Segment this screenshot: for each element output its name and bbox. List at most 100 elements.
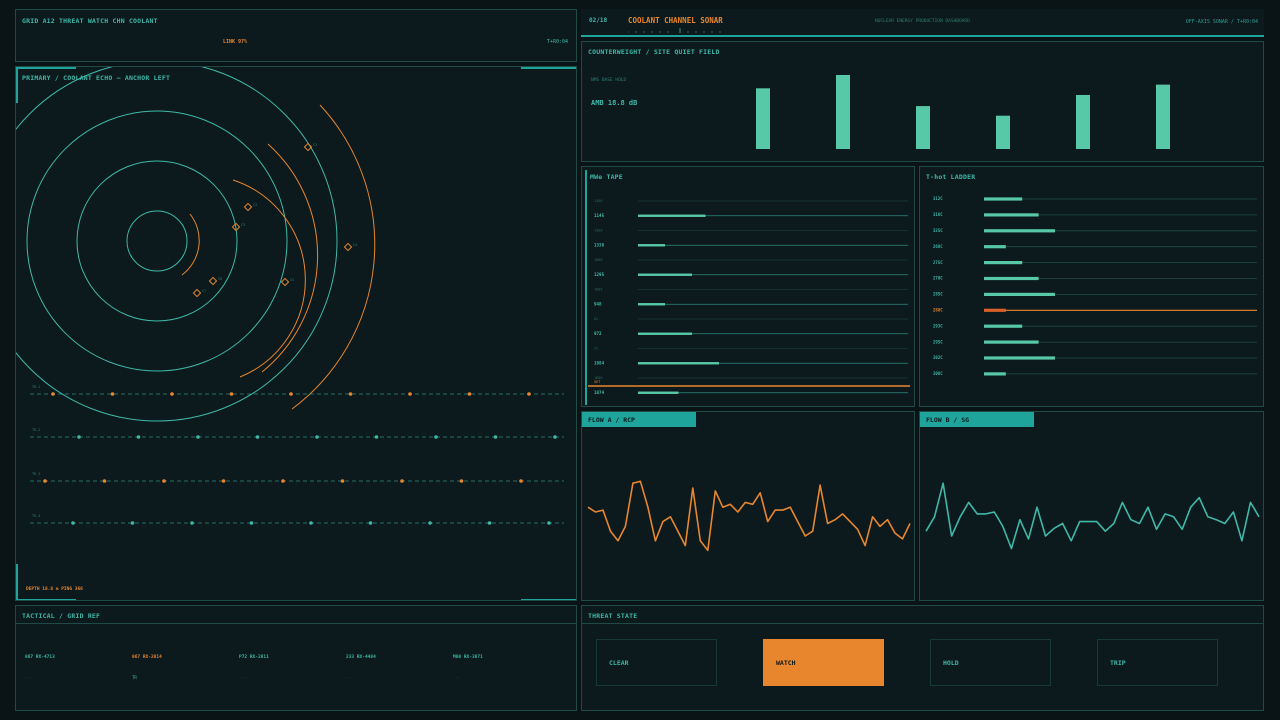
grid-ref-sub: --- [346, 675, 354, 680]
contact-marker[interactable]: C3 [231, 222, 245, 232]
track-point [547, 521, 551, 525]
mwe-row-label: 0% [594, 317, 599, 321]
frame-brackets [16, 67, 576, 600]
mwe-row-label: 972 [594, 331, 602, 336]
thot-row-label: 275C [933, 260, 943, 265]
track-point [519, 479, 523, 483]
grid-ref-sub: TR [132, 675, 137, 680]
mwe-tape-panel: MWe TAPE 1160 1145 1300 1338 1000 1295 1085 948… [581, 166, 915, 407]
threat-trip-button[interactable]: TRIP [1097, 639, 1218, 686]
mwe-row-label: 5% [594, 347, 599, 351]
thot-row-label: 268C [933, 244, 943, 249]
track-point [196, 435, 200, 439]
mwe-row-bar [638, 332, 692, 335]
grid-ref-sub: --- [25, 675, 33, 680]
track-point [459, 479, 464, 483]
track-layer: TR-1 TR-2 TR-3 TR-4 [30, 385, 564, 525]
threat-hold-button[interactable]: HOLD [930, 639, 1051, 686]
thot-row-label: 293C [933, 323, 943, 328]
contact-marker[interactable]: C2 [243, 202, 257, 212]
flow-b-panel: FLOW B / SG [919, 411, 1264, 601]
page-counter: 02/18 [589, 17, 608, 24]
mwe-row-label: 1295 [594, 272, 605, 277]
mwe-tape-chart: 1160 1145 1300 1338 1000 1295 1085 948 0% 972 5% 10… [588, 199, 910, 395]
sonar-panel: PRIMARY / COOLANT ECHO — ANCHOR LEFT C1 … [15, 66, 577, 601]
track-point [289, 392, 293, 396]
track-point [130, 521, 135, 525]
track-point [255, 435, 260, 439]
thot-row-label: 302C [933, 355, 943, 360]
sonar-mode: OFF-AXIS SONAR / T+R0:04 [1185, 19, 1258, 25]
grid-ref-code[interactable]: M80 RX-3871 [453, 655, 483, 660]
track-point [102, 479, 107, 483]
header-left-title: GRID A12 THREAT WATCH CHN COOLANT [22, 17, 158, 25]
contact-label: C2 [253, 203, 257, 207]
counterweight-bar-chart [756, 75, 1170, 149]
threat-watch-button[interactable]: WATCH [763, 639, 884, 686]
quiet-field-bar [836, 75, 850, 149]
grid-ref-sub: --- [453, 675, 461, 680]
mwe-row-bar [638, 391, 679, 394]
mwe-setpoint-label: SET [594, 380, 601, 384]
flow-a-chart [587, 480, 911, 552]
threat-clear-button[interactable]: CLEAR [596, 639, 717, 686]
thot-row-bar [984, 245, 1006, 249]
track-point [170, 392, 174, 396]
mwe-row-label: 1338 [594, 242, 605, 247]
quiet-field-bar [996, 115, 1010, 149]
track-point [434, 435, 438, 439]
screen-title: COOLANT CHANNEL SONAR [628, 16, 723, 25]
flow-a-panel: FLOW A / RCP [581, 411, 915, 601]
mwe-row-bar [638, 303, 665, 306]
mwe-row-label: 1145 [594, 213, 605, 218]
thot-row-label: 270C [933, 276, 943, 281]
quiet-field-bar [1156, 84, 1170, 149]
track-point [340, 479, 345, 483]
track-point [374, 435, 379, 439]
track-line: TR-1 [30, 385, 564, 396]
mwe-row-label: 948 [594, 301, 602, 306]
grid-ref-code[interactable]: 233 RX-4484 [346, 655, 376, 660]
mission-clock: T+R0:04 [546, 39, 568, 45]
sonar-canvas[interactable]: C1 C2 C3 C4 C5 C6 C7 TR-1 TR-2 TR-3 TR-4 [16, 67, 577, 601]
thot-row-bar [984, 340, 1039, 344]
threat-title: THREAT STATE [588, 612, 638, 620]
track-point [221, 479, 226, 483]
track-point [249, 521, 254, 525]
flow-b-chart [925, 482, 1260, 550]
tactical-title: TACTICAL / GRID REF [22, 612, 101, 620]
thot-ladder-chart: 312C 316C 325C 268C 275C 270C 285C 288C 293C 295C… [933, 196, 1257, 376]
thot-row-label: 288C [933, 308, 943, 313]
grid-ref-code[interactable]: P72 RX-2811 [239, 655, 269, 660]
track-point [43, 479, 47, 483]
track-point [309, 521, 313, 525]
mwe-row-label: 1000 [594, 258, 602, 262]
grid-ref-code[interactable]: 067 RX-2814 [132, 655, 162, 660]
dashboard-root: GRID A12 THREAT WATCH CHN COOLANT LINK 9… [0, 0, 1280, 720]
track-point [487, 521, 492, 525]
mwe-row-label: 1085 [594, 288, 602, 292]
contact-marker[interactable]: C6 [208, 276, 222, 286]
contact-label: C5 [290, 278, 294, 282]
mwe-row-label: 1160 [594, 199, 602, 203]
contact-marker[interactable]: C4 [343, 242, 357, 252]
contact-marker[interactable]: C1 [303, 142, 317, 152]
track-point [400, 479, 404, 483]
contact-marker[interactable]: C7 [192, 288, 206, 298]
track-point [368, 521, 373, 525]
track-point [281, 479, 285, 483]
mwe-row-label: 1084 [594, 360, 605, 365]
contact-marker[interactable]: C5 [280, 277, 294, 287]
track-line: TR-2 [30, 428, 564, 439]
track-label: TR-3 [32, 472, 40, 476]
track-point [553, 435, 557, 439]
track-point [467, 392, 472, 396]
track-point [51, 392, 55, 396]
thot-row-bar [984, 197, 1023, 201]
track-point [110, 392, 115, 396]
thot-row-bar [984, 213, 1039, 217]
quiet-field-bar [1076, 94, 1090, 149]
contact-label: C4 [353, 243, 357, 247]
grid-ref-code[interactable]: 867 RX-4713 [25, 655, 55, 660]
track-point [71, 521, 75, 525]
